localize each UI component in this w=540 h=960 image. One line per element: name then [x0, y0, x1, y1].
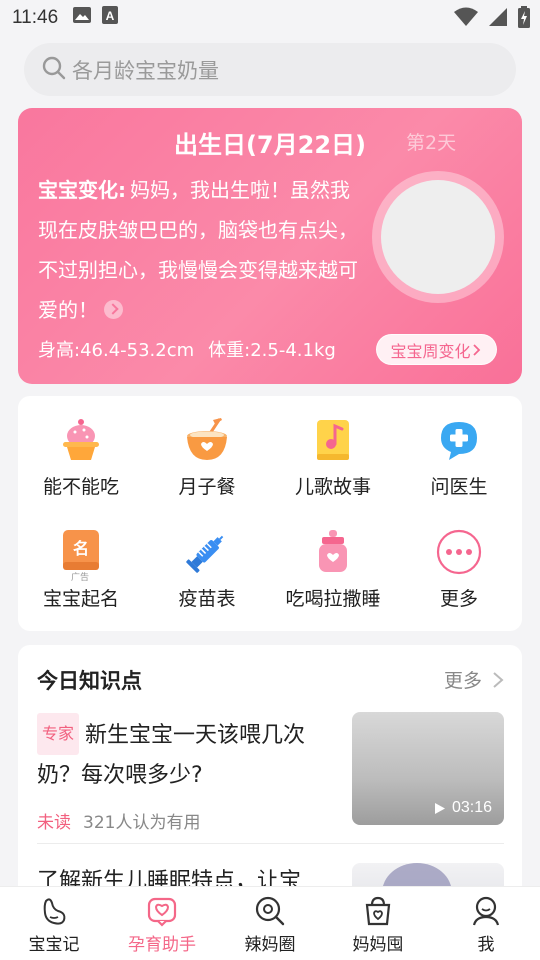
baby-change-label: 宝宝变化: — [38, 178, 126, 202]
shopping-bag-icon — [362, 895, 394, 927]
tool-can-eat[interactable]: 能不能吃 — [18, 396, 144, 498]
tool-vaccine-schedule[interactable]: 疫苗表 — [144, 508, 270, 610]
medical-chat-icon — [435, 416, 483, 464]
status-time: 11:46 — [12, 7, 59, 28]
tab-label: 我 — [477, 935, 495, 955]
tool-label: 宝宝起名 — [42, 588, 119, 610]
weekly-change-label: 宝宝周变化 — [390, 341, 471, 361]
tool-more[interactable]: 更多 — [396, 508, 522, 610]
tool-label: 问医生 — [430, 476, 488, 498]
baby-measurements: 身高:46.4-53.2cm 体重:2.5-4.1kg — [38, 336, 336, 362]
signal-icon — [488, 7, 508, 33]
tool-ask-doctor[interactable]: 问医生 — [396, 396, 522, 498]
svg-text:名: 名 — [73, 539, 89, 558]
tab-hot-mom-circle[interactable]: 辣妈圈 — [216, 887, 324, 960]
baby-avatar-ring — [372, 171, 504, 303]
tool-label: 疫苗表 — [178, 588, 236, 610]
tool-label: 儿歌故事 — [294, 476, 371, 498]
tab-me[interactable]: 我 — [432, 887, 540, 960]
heart-chat-icon — [146, 895, 178, 927]
tab-label: 辣妈圈 — [244, 935, 296, 955]
section-title: 今日知识点 — [37, 669, 142, 693]
battery-icon — [518, 6, 530, 34]
unread-status: 未读 — [37, 813, 71, 833]
text-a-icon: A — [102, 6, 119, 30]
weekly-change-button[interactable]: 宝宝周变化 — [376, 334, 497, 365]
tool-label: 能不能吃 — [42, 476, 119, 498]
baby-change-text: 宝宝变化: 妈妈，我出生啦！虽然我现在皮肤皱巴巴的，脑袋也有点尖，不过别担心，我慢… — [38, 170, 368, 330]
chevron-right-icon — [472, 343, 480, 356]
name-book-icon: 名 广告 — [57, 528, 105, 583]
search-icon — [42, 56, 66, 84]
tab-baby-record[interactable]: 宝宝记 — [0, 887, 108, 960]
tool-label: 月子餐 — [178, 476, 236, 498]
search-bar[interactable]: 各月龄宝宝奶量 — [24, 43, 516, 96]
image-icon — [72, 6, 92, 30]
useful-count: 321人认为有用 — [83, 813, 201, 833]
tab-parenting-assistant[interactable]: 孕育助手 — [108, 887, 216, 960]
bottom-tab-bar: 宝宝记 孕育助手 辣妈圈 妈妈囤 我 — [0, 886, 540, 960]
more-label: 更多 — [443, 670, 482, 692]
baby-footprint-icon — [38, 895, 70, 927]
article-title: 专家 新生宝宝一天该喂几次奶？每次喂多少? — [37, 713, 331, 796]
tool-label: 吃喝拉撒睡 — [285, 588, 381, 610]
tool-postpartum-meal[interactable]: 月子餐 — [144, 396, 270, 498]
tab-label: 孕育助手 — [128, 935, 196, 955]
video-duration: 03:16 — [434, 799, 492, 817]
tool-baby-naming[interactable]: 名 广告 宝宝起名 — [18, 508, 144, 610]
tool-songs-stories[interactable]: 儿歌故事 — [270, 396, 396, 498]
expert-tag: 专家 — [37, 713, 80, 755]
search-circle-icon — [254, 895, 286, 927]
baby-bottle-icon — [309, 528, 357, 576]
syringe-icon — [183, 528, 231, 576]
play-icon — [434, 802, 445, 814]
divider — [37, 843, 504, 844]
cupcake-icon — [57, 416, 105, 464]
more-link[interactable]: 更多 — [444, 666, 504, 693]
bowl-icon — [183, 416, 231, 464]
svg-text:A: A — [106, 9, 115, 23]
article-item[interactable]: 专家 新生宝宝一天该喂几次奶？每次喂多少? 未读 321人认为有用 — [37, 713, 331, 833]
user-icon — [470, 895, 502, 927]
tab-label: 宝宝记 — [28, 935, 80, 955]
tool-grid: 能不能吃 月子餐 儿歌故事 问医生 名 广告 宝宝起名 疫苗表 吃喝拉撒睡 更多 — [18, 396, 522, 631]
tab-label: 妈妈囤 — [352, 935, 404, 955]
video-thumbnail[interactable]: 03:16 — [352, 712, 504, 825]
baby-growth-card[interactable]: 出生日(7月22日) 第2天 宝宝变化: 妈妈，我出生啦！虽然我现在皮肤皱巴巴的，… — [18, 108, 522, 384]
status-bar: 11:46 A — [0, 0, 540, 36]
search-placeholder: 各月龄宝宝奶量 — [72, 58, 219, 83]
article-meta: 未读 321人认为有用 — [37, 808, 331, 833]
chevron-right-icon — [493, 672, 504, 688]
tab-mom-store[interactable]: 妈妈囤 — [324, 887, 432, 960]
music-book-icon — [309, 416, 357, 464]
duration-text: 03:16 — [451, 799, 492, 816]
chevron-right-icon[interactable] — [104, 300, 123, 319]
today-knowledge-card: 今日知识点 更多 专家 新生宝宝一天该喂几次奶？每次喂多少? 未读 321人认为有用… — [18, 645, 522, 905]
wifi-icon — [454, 7, 478, 33]
ad-badge: 广告 — [71, 573, 90, 583]
height-range: 身高:46.4-53.2cm — [38, 340, 195, 361]
baby-avatar — [381, 180, 495, 294]
more-icon — [435, 528, 483, 576]
weight-range: 体重:2.5-4.1kg — [208, 340, 336, 361]
tool-daily-care[interactable]: 吃喝拉撒睡 — [270, 508, 396, 610]
tool-label: 更多 — [439, 588, 478, 610]
day-count: 第2天 — [406, 132, 457, 154]
